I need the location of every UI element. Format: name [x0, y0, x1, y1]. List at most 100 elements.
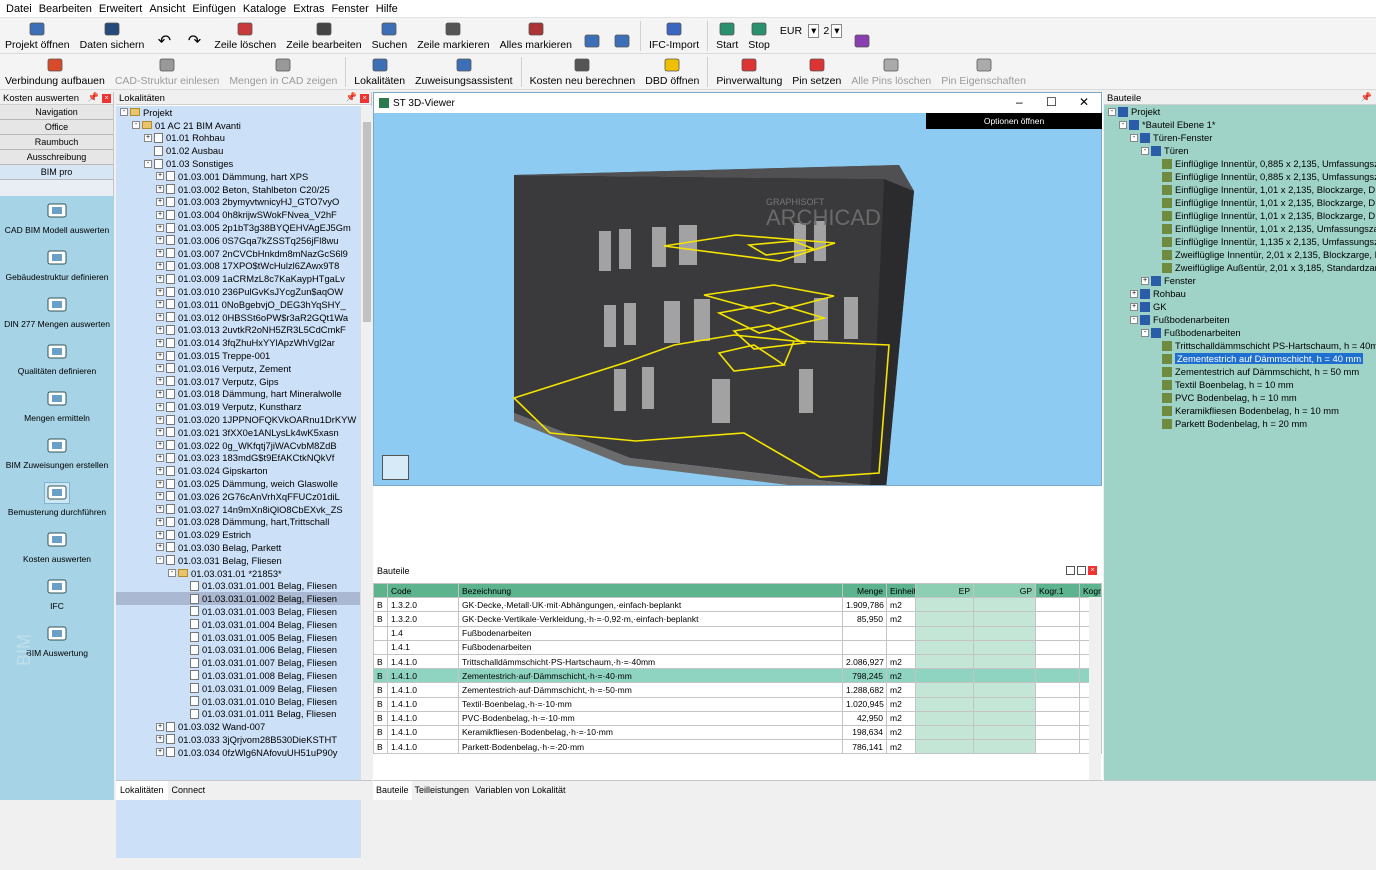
toolbar1-button-5[interactable]: Zeile markieren [412, 19, 494, 53]
close-icon[interactable]: × [360, 94, 369, 103]
expand-toggle[interactable]: + [156, 735, 164, 744]
expand-toggle[interactable]: + [156, 517, 164, 526]
expand-toggle[interactable]: + [156, 492, 164, 501]
locality-tree-item[interactable]: +01.03.002 Beton, Stahlbeton C20/25 [116, 183, 360, 196]
locality-tree-item[interactable]: - 01 AC 21 BIM Avanti [116, 119, 360, 132]
decimal-dropdown[interactable]: ▾ [808, 24, 820, 38]
component-tree-item[interactable]: - Fußbodenarbeiten [1104, 326, 1376, 339]
locality-tree-item[interactable]: +01.03.022 0g_WKfqtj7jiWACvbM8ZdB [116, 439, 360, 452]
scroll-thumb[interactable] [363, 122, 371, 322]
toolbar2-button-0[interactable]: Verbindung aufbauen [0, 55, 110, 89]
table-row[interactable]: B 1.4.1.0 Zementestrich·auf·Dämmschicht,·h… [373, 668, 1102, 684]
menu-item-0[interactable]: Datei [6, 3, 32, 15]
expand-toggle[interactable]: + [156, 287, 164, 296]
table-row[interactable]: B 1.3.2.0 GK·Decke,·Metall·UK·mit·Abhängun… [373, 597, 1102, 613]
locality-tree-item[interactable]: +01.03.016 Verputz, Zement [116, 362, 360, 375]
locality-tree-item[interactable]: +01.03.024 Gipskarton [116, 464, 360, 477]
column-header-2[interactable]: Bezeichnung [458, 582, 843, 599]
component-tree-item[interactable]: Einflüglige Innentür, 1,01 x 2,135, Bloc… [1104, 209, 1376, 222]
nav-tab-0[interactable]: Navigation [0, 105, 113, 120]
locality-tree-item[interactable]: +01.03.030 Belag, Parkett [116, 541, 360, 554]
expand-toggle[interactable]: + [156, 441, 164, 450]
expand-toggle[interactable]: + [156, 453, 164, 462]
locality-tree-item[interactable]: 01.03.031.01.010 Belag, Fliesen [116, 695, 360, 708]
locality-tree-item[interactable]: 01.03.031.01.001 Belag, Fliesen [116, 579, 360, 592]
expand-toggle[interactable]: + [156, 249, 164, 258]
expand-toggle[interactable]: - [156, 556, 164, 565]
menu-item-5[interactable]: Kataloge [243, 3, 286, 15]
component-tree-item[interactable]: Einflüglige Innentür, 0,885 x 2,135, Umf… [1104, 170, 1376, 183]
menu-item-3[interactable]: Ansicht [149, 3, 185, 15]
locality-tree-item[interactable]: - 01.03 Sonstiges [116, 157, 360, 170]
locality-tree-item[interactable]: - 01.03.031.01 *21853* [116, 567, 360, 580]
toolbar1-button-6[interactable]: Alles markieren [495, 19, 577, 53]
toolbar2-button-5[interactable]: Kosten neu berechnen [525, 55, 641, 89]
locality-tree-item[interactable]: - Projekt [116, 106, 360, 119]
nav-tab-1[interactable]: Office [0, 120, 113, 135]
components-tab-1[interactable]: Teilleistungen [412, 781, 473, 800]
nav-action-1[interactable]: Gebäudestruktur definieren [0, 243, 114, 290]
nav-action-3[interactable]: Qualitäten definieren [0, 337, 114, 384]
toolbar2-button-8[interactable]: Pin setzen [787, 55, 846, 89]
locality-tree-item[interactable]: +01.03.001 Dämmung, hart XPS [116, 170, 360, 183]
component-tree-item[interactable]: - Türen-Fenster [1104, 131, 1376, 144]
expand-toggle[interactable]: + [156, 402, 164, 411]
redo-button[interactable]: ↷ [179, 19, 209, 53]
toolbar1-button-9[interactable]: Stop [743, 19, 775, 53]
locality-tree-item[interactable]: +01.03.018 Dämmung, hart Mineralwolle [116, 388, 360, 401]
locality-tree-item[interactable]: +01.03.006 0S7Gqa7kZSSTq256jFl8wu [116, 234, 360, 247]
components-tab-2[interactable]: Variablen von Lokalität [472, 781, 568, 800]
table-row[interactable]: B 1.4.1.0 PVC·Bodenbelag,·h·=·10·mm 42,950 m… [373, 710, 1102, 726]
toolbar2-button-3[interactable]: Lokalitäten [349, 55, 410, 89]
table-row[interactable]: B 1.4.1.0 Zementestrich·auf·Dämmschicht,·h… [373, 682, 1102, 698]
components-tab-0[interactable]: Bauteile [373, 781, 412, 800]
component-tree-item[interactable]: + Rohbau [1104, 287, 1376, 300]
locality-tree-item[interactable]: 01.03.031.01.005 Belag, Fliesen [116, 631, 360, 644]
locality-tree-item[interactable]: 01.02 Ausbau [116, 144, 360, 157]
minimize-icon[interactable]: – [1016, 95, 1023, 109]
expand-toggle[interactable]: + [156, 389, 164, 398]
component-tree-item[interactable]: Einflüglige Innentür, 0,885 x 2,135, Umf… [1104, 157, 1376, 170]
expand-toggle[interactable]: + [156, 543, 164, 552]
expand-toggle[interactable]: + [156, 415, 164, 424]
column-header-4[interactable]: Einheit [886, 582, 916, 599]
tree-view-2-button[interactable] [607, 19, 637, 53]
nav-action-7[interactable]: Kosten auswerten [0, 525, 114, 572]
toolbar1-button-8[interactable]: Start [711, 19, 743, 53]
toolbar1-button-7[interactable]: IFC-Import [644, 19, 704, 53]
locality-tree-item[interactable]: +01.03.009 1aCRMzL8c7KaKaypHTgaLv [116, 272, 360, 285]
menu-item-7[interactable]: Fenster [331, 3, 368, 15]
component-tree-item[interactable]: Zementestrich auf Dämmschicht, h = 50 mm [1104, 365, 1376, 378]
component-tree-item[interactable]: PVC Bodenbelag, h = 10 mm [1104, 391, 1376, 404]
expand-toggle[interactable]: - [168, 569, 176, 578]
chevron-down-icon[interactable]: ▾ [831, 24, 843, 38]
table-row[interactable]: B 1.4.1.0 Keramikfliesen·Bodenbelag,·h·=·1… [373, 724, 1102, 741]
expand-toggle[interactable]: - [1108, 107, 1116, 116]
nav-tab-2[interactable]: Raumbuch [0, 135, 113, 150]
locality-tree-item[interactable]: +01.03.013 2uvtkR2oNH5ZR3L5CdCmkF [116, 324, 360, 337]
menu-item-8[interactable]: Hilfe [376, 3, 398, 15]
component-tree-item[interactable]: Zweiflüglige Außentür, 2,01 x 3,185, Sta… [1104, 261, 1376, 274]
column-header-8[interactable]: Kogr. [1079, 582, 1102, 599]
locality-tree-item[interactable]: +01.03.003 2bymyvtwnicyHJ_GTO7vyO [116, 196, 360, 209]
close-icon[interactable]: × [1088, 566, 1097, 575]
nav-tab-3[interactable]: Ausschreibung [0, 150, 113, 165]
table-row[interactable]: B 1.3.2.0 GK·Decke·Vertikale·Verkleidung,·… [373, 611, 1102, 627]
expand-toggle[interactable]: + [156, 338, 164, 347]
toolbar2-button-2[interactable]: Mengen in CAD zeigen [224, 55, 342, 89]
locality-tree-item[interactable]: +01.03.011 0NoBgebvjO_DEG3hYqSHY_ [116, 298, 360, 311]
expand-toggle[interactable]: + [156, 466, 164, 475]
column-header-0[interactable] [373, 582, 388, 599]
expand-toggle[interactable]: + [156, 428, 164, 437]
locality-tree-item[interactable]: 01.03.031.01.008 Belag, Fliesen [116, 669, 360, 682]
locality-tree-item[interactable]: +01.03.010 236PulGvKsJYcgZun$aqOW [116, 285, 360, 298]
expand-toggle[interactable]: + [156, 274, 164, 283]
locality-tree-item[interactable]: +01.03.012 0HBSSt6oPW$r3aR2GQt1Wa [116, 311, 360, 324]
close-icon[interactable]: × [102, 94, 111, 103]
locality-tree-item[interactable]: +01.03.034 0fzWlg6NAfovuUH51uP90y [116, 746, 360, 759]
expand-toggle[interactable]: - [1130, 133, 1138, 142]
toolbar1-button-0[interactable]: Projekt öffnen [0, 19, 75, 53]
table-row[interactable]: B 1.4.1.0 Textil·Boenbelag,·h·=·10·mm 1.020… [373, 696, 1102, 712]
toolbar1-button-4[interactable]: Suchen [367, 19, 413, 53]
vertical-scrollbar[interactable] [360, 106, 372, 858]
